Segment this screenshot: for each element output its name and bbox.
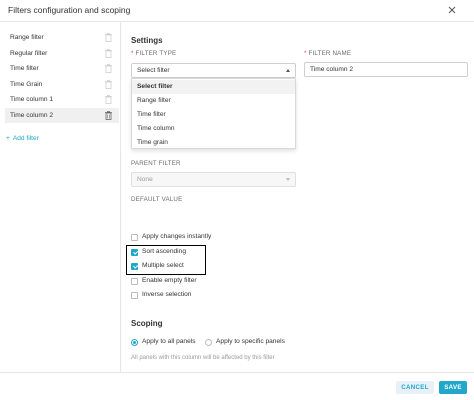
trash-icon[interactable] bbox=[105, 80, 112, 89]
filter-type-label: * FILTER TYPE bbox=[131, 50, 177, 57]
sidebar-item-time-grain[interactable]: Time Grain bbox=[5, 77, 119, 92]
filter-type-dropdown: Select filter Range filter Time filter T… bbox=[131, 78, 296, 149]
radio-button-checked[interactable] bbox=[131, 339, 138, 346]
sidebar-item-label: Regular filter bbox=[10, 50, 48, 57]
scoping-heading: Scoping bbox=[131, 319, 163, 328]
sidebar-item-label: Range filter bbox=[10, 34, 44, 41]
filter-type-select[interactable]: Select filter bbox=[131, 63, 296, 78]
filter-list-sidebar: Range filter Regular filter Time filter … bbox=[0, 22, 121, 372]
trash-icon[interactable] bbox=[105, 64, 112, 73]
close-icon[interactable] bbox=[446, 4, 458, 16]
trash-icon[interactable] bbox=[105, 111, 112, 120]
chevron-down-icon bbox=[286, 178, 290, 181]
filter-settings-panel: Settings * FILTER TYPE Select filter Sel… bbox=[121, 22, 474, 372]
sidebar-item-time-column-2[interactable]: Time column 2 bbox=[5, 108, 119, 123]
scoping-hint: All panels with this column will be affe… bbox=[131, 355, 275, 361]
dropdown-option-time-filter[interactable]: Time filter bbox=[132, 108, 295, 122]
sidebar-item-time-column-1[interactable]: Time column 1 bbox=[5, 92, 119, 107]
modal-header: Filters configuration and scoping bbox=[0, 0, 474, 22]
highlight-box bbox=[126, 245, 206, 275]
save-button[interactable]: SAVE bbox=[439, 381, 467, 394]
sidebar-item-label: Time Grain bbox=[10, 81, 43, 88]
dropdown-option-select-filter[interactable]: Select filter bbox=[132, 80, 295, 94]
add-filter-button[interactable]: + Add filter bbox=[6, 135, 42, 142]
checkbox-box[interactable] bbox=[131, 234, 138, 241]
dropdown-option-time-grain[interactable]: Time grain bbox=[132, 136, 295, 150]
parent-filter-label: PARENT FILTER bbox=[131, 160, 181, 167]
sidebar-item-range-filter[interactable]: Range filter bbox=[5, 30, 119, 45]
parent-filter-select[interactable]: None bbox=[131, 172, 296, 187]
default-value-label: DEFAULT VALUE bbox=[131, 196, 183, 203]
chevron-up-icon bbox=[286, 69, 290, 72]
sidebar-item-label: Time filter bbox=[10, 65, 39, 72]
radio-button[interactable] bbox=[205, 339, 212, 346]
cancel-button[interactable]: CANCEL bbox=[396, 381, 434, 394]
filter-name-input[interactable]: Time column 2 bbox=[304, 62, 468, 77]
settings-heading: Settings bbox=[131, 36, 163, 45]
plus-icon: + bbox=[6, 135, 10, 142]
checkbox-box[interactable] bbox=[131, 278, 138, 285]
checkbox-box[interactable] bbox=[131, 292, 138, 299]
trash-icon[interactable] bbox=[105, 49, 112, 58]
modal-footer: CANCEL SAVE bbox=[0, 372, 474, 400]
filter-name-label: * FILTER NAME bbox=[304, 50, 352, 57]
modal-title: Filters configuration and scoping bbox=[8, 5, 131, 15]
trash-icon[interactable] bbox=[105, 33, 112, 42]
sidebar-item-time-filter[interactable]: Time filter bbox=[5, 61, 119, 76]
dropdown-option-time-column[interactable]: Time column bbox=[132, 122, 295, 136]
trash-icon[interactable] bbox=[105, 95, 112, 104]
add-filter-label: Add filter bbox=[12, 135, 39, 142]
sidebar-item-label: Time column 1 bbox=[10, 96, 53, 103]
sidebar-item-regular-filter[interactable]: Regular filter bbox=[5, 46, 119, 61]
dropdown-option-range-filter[interactable]: Range filter bbox=[132, 94, 295, 108]
sidebar-item-label: Time column 2 bbox=[10, 112, 53, 119]
